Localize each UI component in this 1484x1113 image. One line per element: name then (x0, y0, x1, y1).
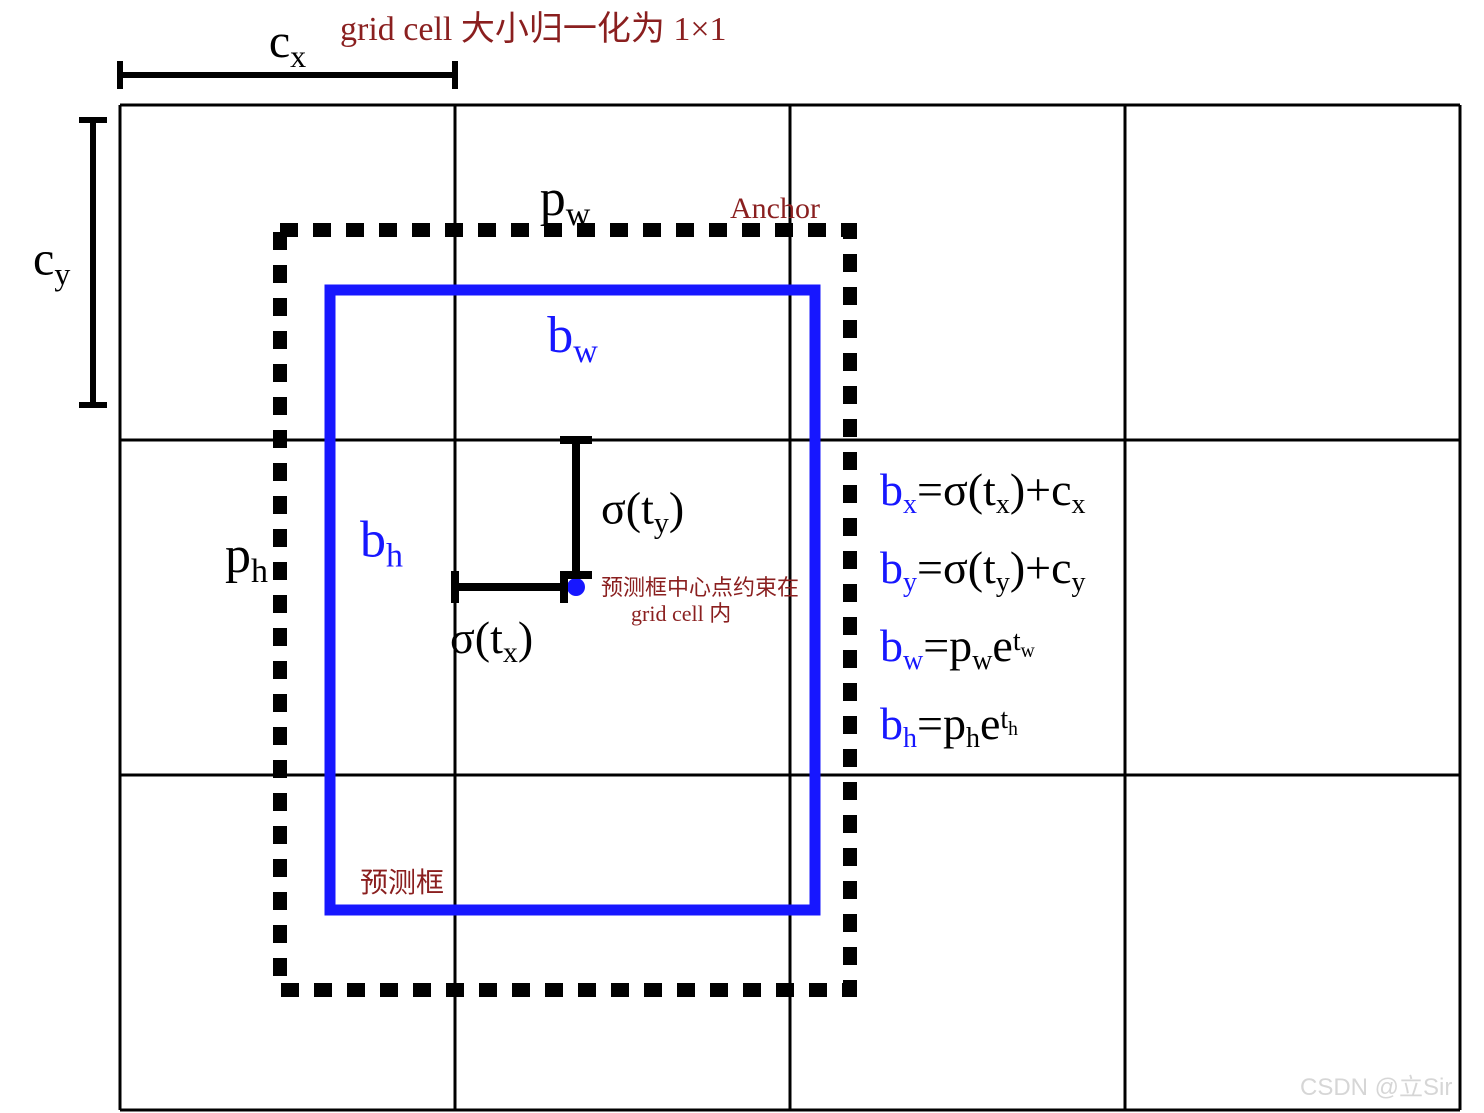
sigma-tx-label: σ(tx) (450, 612, 533, 669)
ph-label: ph (225, 527, 268, 590)
prediction-box (330, 290, 815, 910)
bw-label: bw (547, 307, 598, 370)
cy-bracket (79, 120, 107, 405)
cx-label: cx (269, 15, 306, 74)
sigma-ty-label: σ(ty) (601, 483, 684, 540)
center-dot (567, 578, 585, 596)
sigma-ty-marker (560, 440, 592, 575)
pred-box-label: 预测框 (360, 867, 444, 899)
center-note-line2: grid cell 内 (631, 601, 731, 626)
bh-label: bh (360, 512, 403, 575)
grid (120, 105, 1460, 1110)
equation: bw=pwetw (880, 620, 1036, 676)
pw-label: pw (540, 170, 591, 233)
cy-label: cy (33, 233, 70, 292)
watermark: CSDN @立Sir (1300, 1074, 1452, 1101)
anchor-label: Anchor (730, 192, 820, 225)
center-note-line1: 预测框中心点约束在 (601, 575, 799, 600)
sigma-tx-marker (455, 571, 564, 603)
grid-note: grid cell 大小归一化为 1×1 (340, 10, 727, 48)
equation: by=σ(ty)+cy (880, 542, 1086, 598)
diagram-canvas: cx grid cell 大小归一化为 1×1 cy Anchor pw ph … (0, 0, 1484, 1113)
equation: bx=σ(tx)+cx (880, 464, 1086, 520)
equation: bh=pheth (880, 698, 1018, 754)
equations: bx=σ(tx)+cx by=σ(ty)+cy bw=pwetw bh=pheth (880, 464, 1086, 754)
